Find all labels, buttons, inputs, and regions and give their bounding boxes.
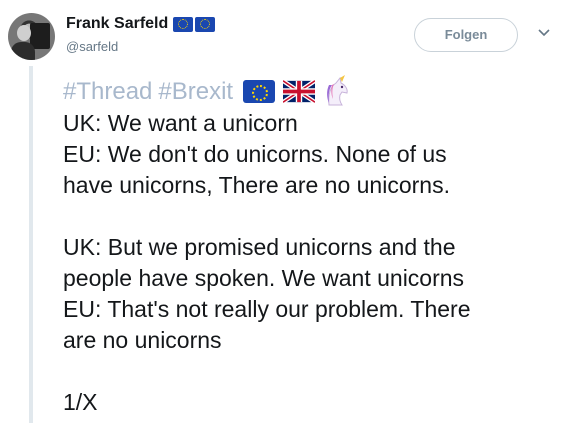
avatar-face [17, 25, 31, 41]
tweet-line: have unicorns, There are no unicorns. [63, 172, 450, 198]
thread-connector-line [29, 66, 33, 423]
hashtag-thread[interactable]: #Thread [63, 76, 152, 107]
tweet-line: EU: That's not really our problem. There [63, 296, 471, 322]
avatar-body [11, 42, 35, 60]
hashtag-line: #Thread #Brexit [63, 74, 573, 108]
author-name-row[interactable]: Frank Sarfeld [66, 14, 216, 34]
author-handle[interactable]: @sarfeld [66, 39, 118, 54]
tweet-text: #Thread #Brexit UK: We want a unicorn EU… [63, 74, 573, 418]
unicorn-icon [327, 75, 348, 106]
author-display-name[interactable]: Frank Sarfeld [66, 14, 168, 34]
avatar[interactable] [8, 13, 55, 60]
uk-flag-icon [283, 79, 316, 103]
tweet-line: are no unicorns [63, 327, 222, 353]
hashtag-brexit[interactable]: #Brexit [158, 76, 233, 107]
name-emoji-flags [173, 16, 216, 32]
chevron-down-icon[interactable] [537, 26, 551, 40]
tweet-line: UK: We want a unicorn [63, 110, 298, 136]
eu-flag-icon [173, 16, 194, 32]
tweet-line: EU: We don't do unicorns. None of us [63, 141, 447, 167]
follow-button[interactable]: Folgen [414, 18, 518, 52]
eu-flag-icon [243, 79, 276, 103]
tweet-line: UK: But we promised unicorns and the [63, 234, 456, 260]
thread-counter: 1/X [63, 389, 98, 415]
tweet-line: people have spoken. We want unicorns [63, 265, 465, 291]
eu-flag-icon [195, 16, 216, 32]
